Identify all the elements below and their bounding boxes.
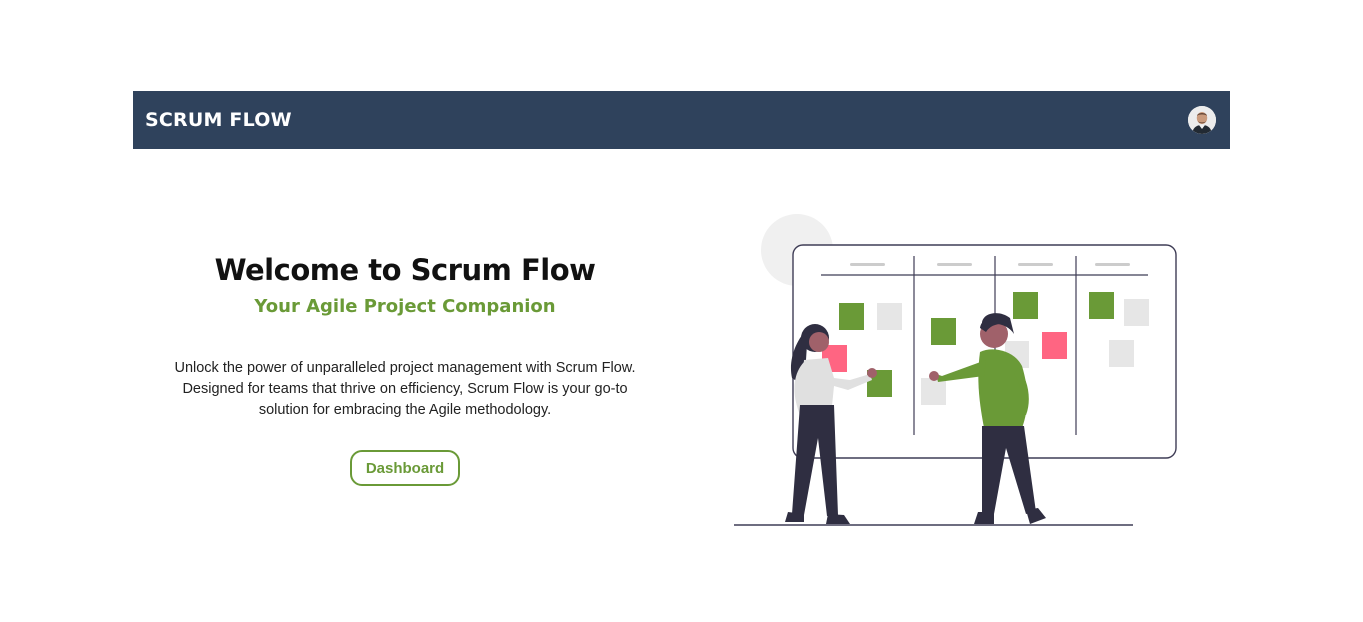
user-avatar[interactable] bbox=[1188, 106, 1216, 134]
hero-section: Welcome to Scrum Flow Your Agile Project… bbox=[160, 250, 650, 486]
hero-description: Unlock the power of unparalleled project… bbox=[174, 360, 636, 418]
top-navbar: SCRUM FLOW bbox=[133, 91, 1230, 149]
scrum-board-illustration bbox=[734, 214, 1177, 526]
hero-title: Welcome to Scrum Flow bbox=[214, 253, 596, 287]
avatar-icon bbox=[1188, 106, 1216, 134]
brand-logo-text[interactable]: SCRUM FLOW bbox=[145, 109, 292, 131]
dashboard-button[interactable]: Dashboard bbox=[349, 450, 461, 486]
hero-subtitle: Your Agile Project Companion bbox=[254, 296, 556, 317]
